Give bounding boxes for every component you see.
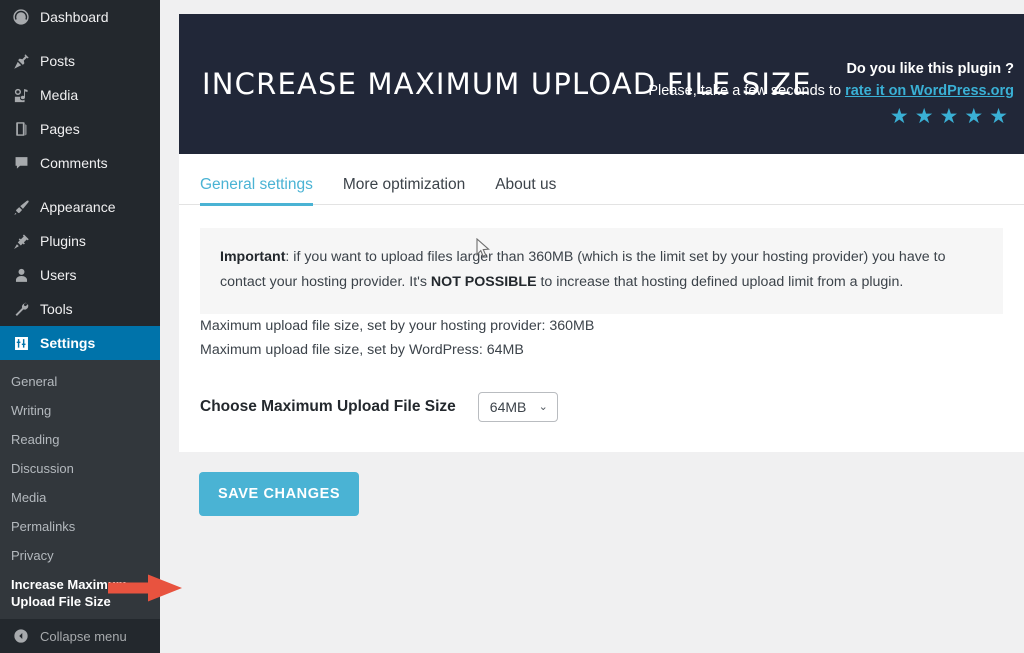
important-notice: Important: if you want to upload files l…	[200, 228, 1003, 314]
comment-icon	[11, 153, 31, 173]
star-icon-1[interactable]: ★	[890, 105, 915, 128]
submenu-item-writing[interactable]: Writing	[0, 396, 160, 425]
sidebar-item-comments[interactable]: Comments	[0, 146, 160, 180]
sidebar-item-label: Pages	[40, 121, 80, 137]
notice-strong-label: Important	[220, 249, 286, 265]
tab-general-settings[interactable]: General settings	[200, 176, 313, 206]
settings-card: General settings More optimization About…	[179, 154, 1024, 452]
star-rating[interactable]: ★★★★★	[648, 105, 1014, 129]
submenu-item-permalinks[interactable]: Permalinks	[0, 512, 160, 541]
sidebar-separator	[0, 180, 160, 190]
notice-text-part2: to increase that hosting defined upload …	[536, 274, 904, 290]
sidebar-item-media[interactable]: Media	[0, 78, 160, 112]
tab-more-optimization[interactable]: More optimization	[343, 176, 465, 206]
star-icon-2[interactable]: ★	[915, 105, 940, 128]
collapse-menu-label: Collapse menu	[40, 628, 127, 644]
rate-on-wordpress-link[interactable]: rate it on WordPress.org	[845, 83, 1014, 99]
star-icon-4[interactable]: ★	[964, 105, 989, 128]
dashboard-icon	[11, 7, 31, 27]
star-icon-3[interactable]: ★	[940, 105, 965, 128]
sidebar-item-label: Settings	[40, 335, 96, 351]
page-icon	[11, 119, 31, 139]
notice-strong-inline: NOT POSSIBLE	[430, 274, 537, 290]
sidebar-item-label: Dashboard	[40, 9, 109, 25]
plugin-banner: INCREASE MAXIMUM UPLOAD FILE SIZE Do you…	[179, 14, 1024, 154]
choose-size-label: Choose Maximum Upload File Size	[200, 398, 456, 415]
wordpress-limit-line: Maximum upload file size, set by WordPre…	[200, 342, 524, 358]
plug-icon	[11, 231, 31, 251]
wrench-icon	[11, 299, 31, 319]
chevron-left-circle-icon	[11, 626, 31, 646]
collapse-menu-button[interactable]: Collapse menu	[0, 619, 160, 653]
brush-icon	[11, 197, 31, 217]
sidebar-item-label: Appearance	[40, 199, 116, 215]
settings-tabs: General settings More optimization About…	[179, 154, 1024, 206]
general-settings-panel: Important: if you want to upload files l…	[179, 205, 1024, 452]
sidebar-item-posts[interactable]: Posts	[0, 44, 160, 78]
rate-instruction: Please, take a few seconds to rate it on…	[648, 79, 1014, 103]
sidebar-item-label: Comments	[40, 155, 108, 171]
admin-sidebar: Dashboard Posts Media Pages Comments App…	[0, 0, 160, 653]
submenu-item-discussion[interactable]: Discussion	[0, 454, 160, 483]
sidebar-item-dashboard[interactable]: Dashboard	[0, 0, 160, 34]
submenu-item-reading[interactable]: Reading	[0, 425, 160, 454]
sidebar-item-label: Posts	[40, 53, 76, 69]
submenu-item-increase-maximum-upload-file-size[interactable]: Increase Maximum Upload File Size	[0, 570, 160, 616]
sidebar-item-label: Users	[40, 267, 77, 283]
user-icon	[11, 265, 31, 285]
sidebar-item-pages[interactable]: Pages	[0, 112, 160, 146]
sidebar-item-plugins[interactable]: Plugins	[0, 224, 160, 258]
rate-plugin-callout: Do you like this plugin ? Please, take a…	[648, 59, 1014, 129]
sidebar-separator	[0, 34, 160, 44]
host-limit-line: Maximum upload file size, set by your ho…	[200, 318, 595, 334]
rate-instruction-prefix: Please, take a few seconds to	[648, 83, 846, 99]
choose-size-row: Choose Maximum Upload File Size 64MB ⌄	[200, 392, 1003, 422]
sidebar-item-label: Tools	[40, 301, 73, 317]
max-upload-size-select[interactable]: 64MB	[477, 392, 558, 422]
tab-about-us[interactable]: About us	[495, 176, 556, 206]
pin-icon	[11, 51, 31, 71]
submenu-item-media[interactable]: Media	[0, 483, 160, 512]
rate-question: Do you like this plugin ?	[846, 61, 1014, 77]
settings-submenu: General Writing Reading Discussion Media…	[0, 360, 160, 625]
settings-sliders-icon	[11, 333, 31, 353]
sidebar-item-tools[interactable]: Tools	[0, 292, 160, 326]
submenu-item-general[interactable]: General	[0, 367, 160, 396]
sidebar-item-appearance[interactable]: Appearance	[0, 190, 160, 224]
sidebar-item-users[interactable]: Users	[0, 258, 160, 292]
sidebar-item-label: Media	[40, 87, 79, 103]
media-icon	[11, 85, 31, 105]
sidebar-item-settings[interactable]: Settings	[0, 326, 160, 360]
content-area: INCREASE MAXIMUM UPLOAD FILE SIZE Do you…	[160, 0, 1024, 653]
size-select-wrapper: 64MB ⌄	[477, 392, 558, 422]
save-changes-button[interactable]: SAVE CHANGES	[199, 472, 360, 516]
submenu-item-privacy[interactable]: Privacy	[0, 541, 160, 570]
star-icon-5[interactable]: ★	[989, 105, 1014, 128]
sidebar-item-label: Plugins	[40, 233, 86, 249]
